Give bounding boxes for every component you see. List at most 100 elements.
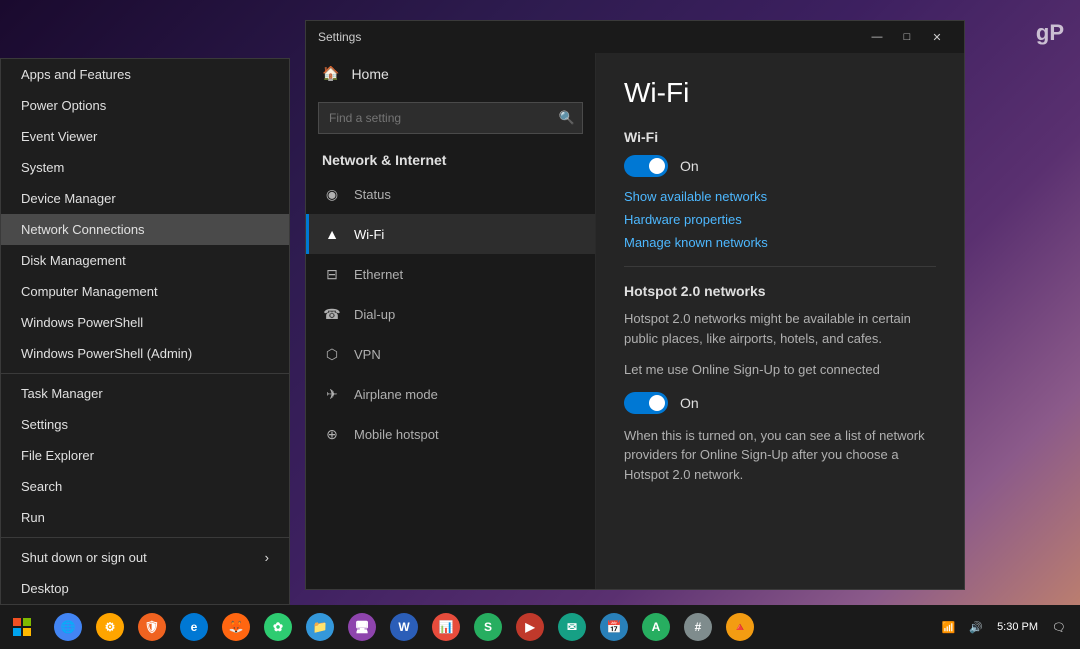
context-menu-item-apps-features[interactable]: Apps and Features (1, 59, 289, 90)
settings-nav: 🏠 Home 🔍 Network & Internet ◉Status ▲ Wi-F… (306, 53, 596, 589)
context-menu-item-event-viewer[interactable]: Event Viewer (1, 121, 289, 152)
nav-item-label-airplane: Airplane mode (354, 387, 438, 402)
tray-network-icon[interactable]: 📶 (936, 617, 962, 638)
settings-search-icon: 🔍 (559, 110, 575, 126)
taskbar-app-icon-11: ▶ (516, 613, 544, 641)
nav-item-vpn[interactable]: ⬡VPN (306, 334, 595, 374)
gp-watermark: gP (1036, 20, 1064, 46)
taskbar-app-edge[interactable]: e (174, 607, 214, 647)
context-menu-item-windows-powershell[interactable]: Windows PowerShell (1, 307, 289, 338)
nav-item-wifi[interactable]: ▲ Wi-Fi (306, 214, 595, 254)
nav-dialup-icon: ☎ (322, 304, 342, 324)
settings-search-input[interactable] (318, 102, 583, 134)
show-networks-link[interactable]: Show available networks (624, 189, 936, 204)
nav-item-ethernet[interactable]: ⊟ Ethernet (306, 254, 595, 294)
taskbar-app-firefox[interactable]: 🦊 (216, 607, 256, 647)
taskbar-app-app10[interactable]: 📊 (426, 607, 466, 647)
settings-title: Settings (318, 30, 862, 44)
taskbar-app-app8[interactable]: 🖥 (342, 607, 382, 647)
taskbar-app-icon-14: A (642, 613, 670, 641)
window-controls: — □ ✕ (862, 24, 952, 50)
context-menu-item-settings[interactable]: Settings (1, 409, 289, 440)
wifi-toggle[interactable] (624, 155, 668, 177)
taskbar-app-icon-6: 📁 (306, 613, 334, 641)
section-divider (624, 266, 936, 267)
nav-search-container: 🔍 (318, 102, 583, 134)
tray-notification[interactable]: 🗨 (1046, 617, 1072, 638)
context-menu-item-search[interactable]: Search (1, 471, 289, 502)
settings-body: 🏠 Home 🔍 Network & Internet ◉Status ▲ Wi-F… (306, 53, 964, 589)
taskbar-app-vlc[interactable]: 🔺 (720, 607, 760, 647)
nav-home-item[interactable]: 🏠 Home (306, 53, 595, 94)
hotspot-toggle-label: On (680, 395, 699, 411)
tray-datetime[interactable]: 5:30 PM (991, 617, 1044, 637)
taskbar-app-chrome[interactable]: 🌐 (48, 607, 88, 647)
taskbar-app-word[interactable]: W (384, 607, 424, 647)
taskbar-app-app6[interactable]: ✿ (258, 607, 298, 647)
hardware-properties-link[interactable]: Hardware properties (624, 212, 936, 227)
nav-wifi-icon: ▲ (322, 224, 342, 244)
settings-titlebar: Settings — □ ✕ (306, 21, 964, 53)
wifi-section-heading: Wi-Fi (624, 129, 936, 145)
nav-item-status[interactable]: ◉Status (306, 174, 595, 214)
context-menu-item-network-connections[interactable]: Network Connections (1, 214, 289, 245)
context-menu-item-file-explorer[interactable]: File Explorer (1, 440, 289, 471)
context-menu-item-shutdown[interactable]: Shut down or sign out› (1, 542, 289, 573)
context-menu-item-run[interactable]: Run (1, 502, 289, 533)
taskbar-app-icon-9: 📊 (432, 613, 460, 641)
taskbar-app-icon-3: e (180, 613, 208, 641)
nav-items-list: ◉Status ▲ Wi-Fi ⊟ Ethernet ☎ Dial-up ⬡VPN ✈ Airpl… (306, 174, 595, 454)
context-menu-item-computer-management[interactable]: Computer Management (1, 276, 289, 307)
taskbar-app-mail[interactable]: ✉ (552, 607, 592, 647)
nav-ethernet-icon: ⊟ (322, 264, 342, 284)
tray-sound-icon[interactable]: 🔊 (963, 617, 989, 638)
nav-item-label-dialup: Dial-up (354, 307, 395, 322)
context-menu-item-device-manager[interactable]: Device Manager (1, 183, 289, 214)
context-menu-item-disk-management[interactable]: Disk Management (1, 245, 289, 276)
context-menu-item-system[interactable]: System (1, 152, 289, 183)
nav-mobile-hotspot-icon: ⊕ (322, 424, 342, 444)
manage-networks-link[interactable]: Manage known networks (624, 235, 936, 250)
taskbar-app-shield[interactable]: 🛡 (132, 607, 172, 647)
nav-item-label-ethernet: Ethernet (354, 267, 403, 282)
nav-item-label-status: Status (354, 187, 391, 202)
nav-item-mobile-hotspot[interactable]: ⊕Mobile hotspot (306, 414, 595, 454)
context-menu-divider (1, 537, 289, 538)
taskbar-app-media[interactable]: ▶ (510, 607, 550, 647)
hotspot-desc3: When this is turned on, you can see a li… (624, 426, 936, 485)
submenu-arrow-icon: › (265, 550, 269, 565)
taskbar-app-icons: 🌐⚙ 🛡 e 🦊 ✿ 📁 🖥 W 📊 S ▶ ✉📅 A # 🔺 (44, 607, 936, 647)
taskbar-app-app15[interactable]: A (636, 607, 676, 647)
nav-item-dialup[interactable]: ☎ Dial-up (306, 294, 595, 334)
taskbar-app-app11[interactable]: S (468, 607, 508, 647)
settings-content: Wi-Fi Wi-Fi On Show available networks H… (596, 53, 964, 589)
taskbar-app-app7[interactable]: 📁 (300, 607, 340, 647)
content-title: Wi-Fi (624, 77, 936, 109)
hotspot-toggle[interactable] (624, 392, 668, 414)
maximize-button[interactable]: □ (892, 24, 922, 50)
taskbar-app-icon-7: 🖥 (348, 613, 376, 641)
taskbar-app-icon-4: 🦊 (222, 613, 250, 641)
tray-time: 5:30 PM (997, 621, 1038, 633)
start-button[interactable] (0, 605, 44, 649)
close-button[interactable]: ✕ (922, 24, 952, 50)
context-menu-item-desktop[interactable]: Desktop (1, 573, 289, 604)
taskbar-app-calendar[interactable]: 📅 (594, 607, 634, 647)
taskbar-app-icon-2: 🛡 (138, 613, 166, 641)
home-icon: 🏠 (322, 65, 339, 82)
wifi-toggle-row: On (624, 155, 936, 177)
context-menu-item-windows-powershell-admin[interactable]: Windows PowerShell (Admin) (1, 338, 289, 369)
taskbar-app-icon-16: 🔺 (726, 613, 754, 641)
nav-section-title: Network & Internet (306, 142, 595, 174)
nav-item-label-wifi: Wi-Fi (354, 227, 384, 242)
nav-item-airplane[interactable]: ✈ Airplane mode (306, 374, 595, 414)
nav-airplane-icon: ✈ (322, 384, 342, 404)
taskbar-app-calculator[interactable]: # (678, 607, 718, 647)
wifi-toggle-label: On (680, 158, 699, 174)
minimize-button[interactable]: — (862, 24, 892, 50)
context-menu: Apps and FeaturesPower OptionsEvent View… (0, 58, 290, 605)
taskbar-app-settings-cog[interactable]: ⚙ (90, 607, 130, 647)
context-menu-item-power-options[interactable]: Power Options (1, 90, 289, 121)
hotspot-desc2: Let me use Online Sign-Up to get connect… (624, 360, 936, 380)
context-menu-item-task-manager[interactable]: Task Manager (1, 378, 289, 409)
